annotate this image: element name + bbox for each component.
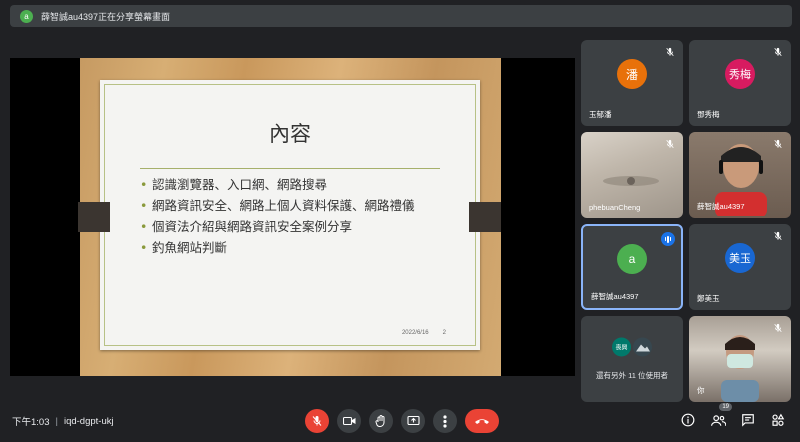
participant-name: 你 [697, 386, 705, 395]
more-participants-tile[interactable]: 喪興 還有另外 11 位使用者 [581, 316, 683, 402]
chat-icon [742, 414, 754, 427]
participant-name: phebuanCheng [589, 203, 641, 212]
activities-button[interactable] [770, 412, 786, 428]
end-call-icon [475, 419, 489, 424]
camera-icon [342, 416, 355, 426]
slide-background: 內容 認識瀏覽器、入口網、網路搜尋 網路資訊安全、網路上個人資料保護、網路禮儀 … [80, 58, 501, 376]
more-vert-icon [443, 414, 447, 428]
participant-video-tile[interactable]: phebuanCheng [581, 132, 683, 218]
hand-icon [375, 414, 385, 427]
participants-button[interactable]: 19 [710, 403, 732, 428]
participant-count-badge: 19 [719, 403, 732, 411]
current-time: 下午1:03 [12, 417, 50, 428]
mic-off-icon [771, 229, 785, 243]
more-options-button[interactable] [433, 409, 457, 433]
participant-avatar: 美玉 [725, 243, 755, 274]
participant-name: 玉郁潘 [589, 110, 612, 119]
participant-avatar: 秀梅 [725, 59, 755, 90]
present-screen-button[interactable] [401, 409, 425, 433]
info-icon [681, 413, 695, 427]
presenting-text: 薛智誠au4397正在分享螢幕畫面 [41, 11, 171, 22]
slide-footer: 2022/6/16 2 [388, 330, 446, 336]
participant-tile[interactable]: 秀梅 鄧秀梅 [689, 40, 791, 126]
participant-tile-active-speaker[interactable]: a 薛智誠au4397 [581, 224, 683, 310]
participant-tile[interactable]: 美玉 鄭美玉 [689, 224, 791, 310]
meeting-details-button[interactable] [680, 412, 696, 428]
self-video-image [721, 335, 759, 402]
participant-video-tile[interactable]: 薛智誠au4397 [689, 132, 791, 218]
more-participants-text: 還有另外 11 位使用者 [596, 371, 668, 380]
participant-tile[interactable]: 潘 玉郁潘 [581, 40, 683, 126]
slide-date: 2022/6/16 [401, 330, 429, 336]
call-controls [305, 409, 499, 433]
slide-bullet: 釣魚網站判斷 [140, 239, 440, 256]
binder-clip-left [78, 202, 110, 232]
present-icon [406, 415, 420, 426]
mic-off-icon [663, 137, 677, 151]
slide-bullet: 認識瀏覽器、入口網、網路搜尋 [140, 176, 440, 193]
slide-bullets: 認識瀏覽器、入口網、網路搜尋 網路資訊安全、網路上個人資料保護、網路禮儀 個資法… [140, 176, 440, 260]
meeting-code: iqd-dgpt-ukj [63, 415, 114, 427]
shared-screen: 內容 認識瀏覽器、入口網、網路搜尋 網路資訊安全、網路上個人資料保護、網路禮儀 … [10, 58, 575, 376]
participant-name: 薛智誠au4397 [591, 292, 639, 301]
mic-off-icon [663, 45, 677, 59]
presenting-banner: a 薛智誠au4397正在分享螢幕畫面 [10, 5, 792, 27]
people-icon [710, 414, 726, 426]
speaking-indicator-icon [661, 232, 675, 246]
mic-off-icon [312, 416, 322, 426]
self-video-tile[interactable]: 你 [689, 316, 791, 402]
participant-name: 鄭美玉 [697, 294, 720, 303]
mic-off-icon [771, 137, 785, 151]
slide-title: 內容 [269, 122, 311, 146]
slide-divider [140, 168, 440, 169]
meeting-side-tools: 19 [680, 403, 786, 428]
chat-button[interactable] [740, 412, 756, 428]
raise-hand-button[interactable] [369, 409, 393, 433]
mic-off-icon [771, 45, 785, 59]
mini-avatar: 喪興 [612, 337, 631, 357]
camera-toggle-button[interactable] [337, 409, 361, 433]
more-participants-avatars: 喪興 [612, 337, 652, 357]
activities-icon [772, 413, 785, 426]
slide-bullet: 網路資訊安全、網路上個人資料保護、網路禮儀 [140, 197, 440, 214]
mini-avatar [633, 337, 652, 357]
participant-avatar: a [617, 243, 647, 274]
info-separator: | [55, 415, 58, 427]
binder-clip-right [469, 202, 501, 232]
mic-toggle-button[interactable] [305, 409, 329, 433]
presenter-avatar: a [20, 9, 33, 23]
mic-off-icon [771, 321, 785, 335]
presentation-slide: 內容 認識瀏覽器、入口網、網路搜尋 網路資訊安全、網路上個人資料保護、網路禮儀 … [100, 80, 480, 350]
participant-name: 薛智誠au4397 [697, 202, 745, 211]
slide-bullet: 個資法介紹與網路資訊安全案例分享 [140, 218, 440, 235]
participant-avatar: 潘 [617, 59, 647, 90]
leave-call-button[interactable] [465, 409, 499, 433]
meeting-info: 下午1:03 | iqd-dgpt-ukj [12, 414, 114, 429]
ceiling-fan-image [603, 176, 659, 186]
landscape-avatar-icon [635, 344, 650, 352]
slide-page-number: 2 [442, 330, 446, 336]
participant-name: 鄧秀梅 [697, 110, 720, 119]
